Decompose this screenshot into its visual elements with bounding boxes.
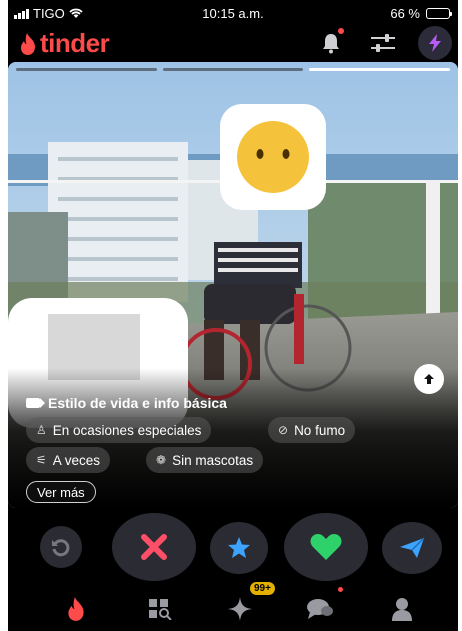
profile-card[interactable]: Estilo de vida e info básica ♙ En ocasio… bbox=[8, 62, 458, 508]
dumbbell-icon: ⚟ bbox=[36, 453, 47, 467]
send-button[interactable] bbox=[382, 522, 442, 574]
chip-smoking: ⊘ No fumo bbox=[268, 417, 356, 443]
nope-button[interactable] bbox=[112, 513, 196, 581]
photo-indicator[interactable] bbox=[16, 68, 157, 71]
bottom-nav: 99+ bbox=[8, 582, 458, 631]
explore-icon bbox=[149, 599, 172, 620]
flame-icon bbox=[21, 32, 35, 55]
flame-icon bbox=[68, 597, 84, 621]
super-like-button[interactable] bbox=[210, 522, 268, 574]
rewind-icon bbox=[52, 539, 70, 557]
battery-icon bbox=[426, 8, 452, 19]
profile-icon bbox=[392, 598, 412, 621]
photo-indicator[interactable] bbox=[162, 68, 304, 71]
filters-button[interactable] bbox=[368, 28, 398, 58]
boost-button[interactable] bbox=[418, 26, 452, 60]
chip-label: A veces bbox=[52, 452, 101, 468]
nav-profile[interactable] bbox=[386, 593, 418, 625]
rewind-button[interactable] bbox=[40, 526, 82, 568]
notification-dot bbox=[338, 28, 344, 34]
open-profile-button[interactable] bbox=[414, 364, 444, 394]
nav-home[interactable] bbox=[60, 593, 92, 625]
glass-icon: ♙ bbox=[36, 423, 47, 437]
likes-icon bbox=[228, 597, 252, 621]
nav-explore[interactable] bbox=[144, 593, 176, 625]
no-smoking-icon: ⊘ bbox=[278, 423, 289, 437]
chip-drinking: ♙ En ocasiones especiales bbox=[26, 417, 212, 443]
chat-icon bbox=[307, 599, 333, 619]
chip-label: No fumo bbox=[294, 422, 346, 438]
action-bar bbox=[8, 510, 458, 582]
tinder-logo[interactable]: tinder bbox=[18, 28, 110, 59]
sliders-icon bbox=[371, 34, 395, 52]
close-icon bbox=[141, 534, 167, 560]
photo-indicator-active[interactable] bbox=[309, 68, 451, 71]
heart-icon bbox=[310, 534, 342, 560]
chip-label: Sin mascotas bbox=[172, 452, 254, 468]
app-header: tinder bbox=[8, 26, 458, 62]
nav-chat[interactable] bbox=[304, 593, 336, 625]
nav-likes[interactable] bbox=[224, 593, 256, 625]
bell-icon bbox=[323, 34, 339, 54]
arrow-up-icon bbox=[424, 374, 434, 384]
phone-screen: TIGO 10:15 a.m. 66 % tinder Estilo de vi… bbox=[8, 0, 458, 631]
likes-badge: 99+ bbox=[250, 582, 275, 595]
star-icon bbox=[228, 537, 250, 558]
bolt-icon bbox=[429, 34, 441, 52]
like-button[interactable] bbox=[284, 513, 368, 581]
chip-label: En ocasiones especiales bbox=[52, 422, 202, 438]
chip-pets: ❁ Sin mascotas bbox=[146, 447, 264, 473]
tag-icon bbox=[26, 398, 45, 408]
lifestyle-section-title: Estilo de vida e info básica bbox=[26, 395, 227, 411]
chat-notification-dot bbox=[338, 587, 343, 592]
logo-text: tinder bbox=[40, 28, 110, 58]
paw-icon: ❁ bbox=[156, 453, 167, 467]
status-bar: TIGO 10:15 a.m. 66 % bbox=[8, 0, 458, 26]
send-icon bbox=[400, 537, 425, 558]
photo-progress bbox=[16, 68, 451, 71]
notifications-button[interactable] bbox=[316, 28, 346, 58]
chip-workout: ⚟ A veces bbox=[26, 447, 111, 473]
section-title-text: Estilo de vida e info básica bbox=[48, 395, 227, 411]
battery-percent: 66 % bbox=[390, 6, 420, 21]
see-more-button[interactable]: Ver más bbox=[26, 481, 96, 503]
